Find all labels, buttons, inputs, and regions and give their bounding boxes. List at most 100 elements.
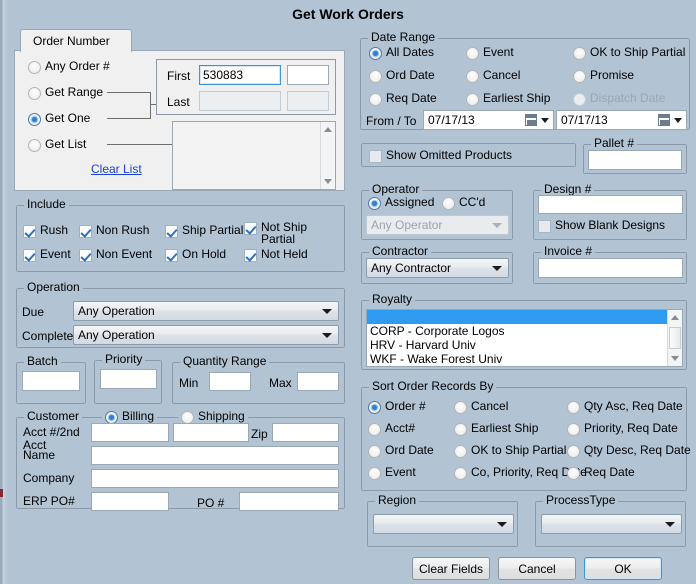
erp-po-input[interactable] — [91, 492, 169, 511]
batch-input[interactable] — [22, 371, 80, 391]
radio-billing[interactable]: Billing — [102, 410, 158, 424]
completed-operation-combo[interactable]: Any Operation — [73, 325, 339, 345]
acct-input[interactable] — [91, 423, 169, 442]
sort-radio-qty-asc-req-date[interactable]: Qty Asc, Req Date — [567, 400, 683, 414]
order-list-box[interactable] — [172, 121, 336, 190]
radio-all-dates[interactable]: All Dates — [369, 46, 434, 60]
invoice-input[interactable] — [538, 258, 683, 278]
acct2-input[interactable] — [173, 423, 249, 442]
radio-any-order[interactable]: Any Order # — [28, 60, 110, 74]
last-order-input[interactable] — [199, 91, 281, 111]
chevron-down-icon[interactable] — [492, 266, 502, 271]
date-from-picker[interactable]: 07/17/13 — [423, 110, 554, 130]
po-input[interactable] — [239, 492, 339, 511]
quantity-min-input[interactable] — [209, 372, 251, 391]
priority-input[interactable] — [100, 369, 157, 389]
scroll-down-icon[interactable] — [668, 351, 682, 366]
sort-radio-req-date[interactable]: Req Date — [567, 466, 635, 480]
radio-req-date[interactable]: Req Date — [369, 92, 437, 106]
pallet-group: Pallet # — [583, 137, 687, 174]
checkbox-event[interactable]: Event — [23, 248, 71, 262]
region-combo[interactable] — [373, 514, 514, 534]
sort-radio-ok-to-ship-partial[interactable]: OK to Ship Partial — [454, 444, 566, 458]
radio-dispatch-date: Dispatch Date — [573, 92, 665, 106]
sort-radio-qty-desc-req-date[interactable]: Qty Desc, Req Date — [567, 444, 691, 458]
radio-label: Get Range — [45, 85, 104, 99]
chevron-down-icon[interactable] — [674, 118, 682, 123]
sort-radio-priority-req-date[interactable]: Priority, Req Date — [567, 422, 678, 436]
sort-radio-event[interactable]: Event — [368, 466, 416, 480]
design-input[interactable] — [538, 195, 683, 214]
quantity-range-group: Quantity Range Min Max — [172, 355, 345, 404]
list-item[interactable]: WKF - Wake Forest Univ — [367, 352, 682, 366]
checkbox-not-held[interactable]: Not Held — [244, 248, 308, 262]
company-input[interactable] — [91, 469, 339, 488]
checkbox-show-blank-designs[interactable]: Show Blank Designs — [538, 219, 665, 233]
chevron-down-icon[interactable] — [322, 333, 332, 338]
radio-get-list[interactable]: Get List — [28, 138, 86, 152]
checkbox-ship-partial[interactable]: Ship Partial — [165, 224, 243, 238]
chevron-down-icon[interactable] — [541, 118, 549, 123]
first-order-secondary-input[interactable] — [287, 65, 329, 85]
radio-event-date[interactable]: Event — [466, 46, 514, 60]
royalty-scrollbar[interactable] — [667, 310, 682, 366]
connector-line — [150, 92, 151, 119]
sort-radio-co-priority-req-date[interactable]: Co, Priority, Req Date — [454, 466, 587, 480]
radio-ord-date[interactable]: Ord Date — [369, 69, 435, 83]
radio-promise-date[interactable]: Promise — [573, 69, 634, 83]
chevron-down-icon[interactable] — [322, 309, 332, 314]
scroll-up-icon[interactable] — [321, 122, 335, 137]
chevron-down-icon[interactable] — [665, 522, 675, 527]
max-label: Max — [269, 376, 292, 390]
checkbox-on-hold[interactable]: On Hold — [165, 248, 226, 262]
radio-shipping[interactable]: Shipping — [178, 410, 248, 424]
ok-button[interactable]: OK — [584, 557, 662, 580]
list-item[interactable]: HRV - Harvard Univ — [367, 338, 682, 352]
checkbox-non-rush[interactable]: Non Rush — [79, 224, 149, 238]
checkbox-non-event[interactable]: Non Event — [79, 248, 152, 262]
sort-radio-acct[interactable]: Acct# — [368, 422, 415, 436]
contractor-combo[interactable]: Any Contractor — [366, 258, 509, 278]
sort-radio-order-number[interactable]: Order # — [368, 400, 426, 414]
calendar-icon — [658, 114, 670, 126]
quantity-range-title: Quantity Range — [180, 355, 270, 367]
last-order-secondary-input[interactable] — [287, 91, 329, 111]
order-list-scrollbar[interactable] — [320, 122, 335, 189]
scroll-up-icon[interactable] — [668, 310, 682, 325]
radio-cancel-date[interactable]: Cancel — [466, 69, 520, 83]
list-item[interactable] — [367, 310, 682, 324]
radio-get-one[interactable]: Get One — [28, 112, 90, 126]
radio-earliest-ship-date[interactable]: Earliest Ship — [466, 92, 550, 106]
clear-fields-button[interactable]: Clear Fields — [412, 557, 490, 580]
radio-ccd[interactable]: CC'd — [442, 196, 485, 210]
checkbox-rush[interactable]: Rush — [23, 224, 68, 238]
quantity-max-input[interactable] — [297, 372, 339, 391]
process-type-combo[interactable] — [541, 514, 682, 534]
clear-list-link[interactable]: Clear List — [91, 162, 142, 176]
customer-name-input[interactable] — [91, 446, 339, 465]
pallet-input[interactable] — [588, 150, 682, 170]
date-to-picker[interactable]: 07/17/13 — [556, 110, 687, 130]
chevron-down-icon[interactable] — [492, 223, 502, 228]
checkbox-not-ship-partial[interactable]: Not Ship Partial — [244, 221, 316, 245]
operator-combo[interactable]: Any Operator — [366, 215, 509, 235]
radio-ok-to-ship-partial-date[interactable]: OK to Ship Partial — [573, 46, 685, 60]
radio-get-range[interactable]: Get Range — [28, 86, 103, 100]
chevron-down-icon[interactable] — [497, 522, 507, 527]
royalty-list-box[interactable]: CORP - Corporate Logos HRV - Harvard Uni… — [366, 309, 683, 367]
due-operation-combo[interactable]: Any Operation — [73, 301, 339, 321]
list-item[interactable]: CORP - Corporate Logos — [367, 324, 682, 338]
invoice-group: Invoice # — [533, 245, 687, 284]
first-order-input[interactable] — [199, 65, 281, 85]
sort-radio-ord-date[interactable]: Ord Date — [368, 444, 434, 458]
scroll-down-icon[interactable] — [321, 174, 335, 189]
scrollbar-thumb[interactable] — [669, 327, 681, 349]
company-label: Company — [23, 471, 75, 485]
checkbox-show-omitted-products[interactable]: Show Omitted Products — [369, 149, 512, 163]
sort-radio-cancel[interactable]: Cancel — [454, 400, 508, 414]
radio-assigned[interactable]: Assigned — [368, 196, 434, 210]
sort-radio-earliest-ship[interactable]: Earliest Ship — [454, 422, 538, 436]
tab-order-number[interactable]: Order Number — [20, 29, 132, 52]
cancel-button[interactable]: Cancel — [498, 557, 576, 580]
zip-input[interactable] — [272, 423, 339, 442]
